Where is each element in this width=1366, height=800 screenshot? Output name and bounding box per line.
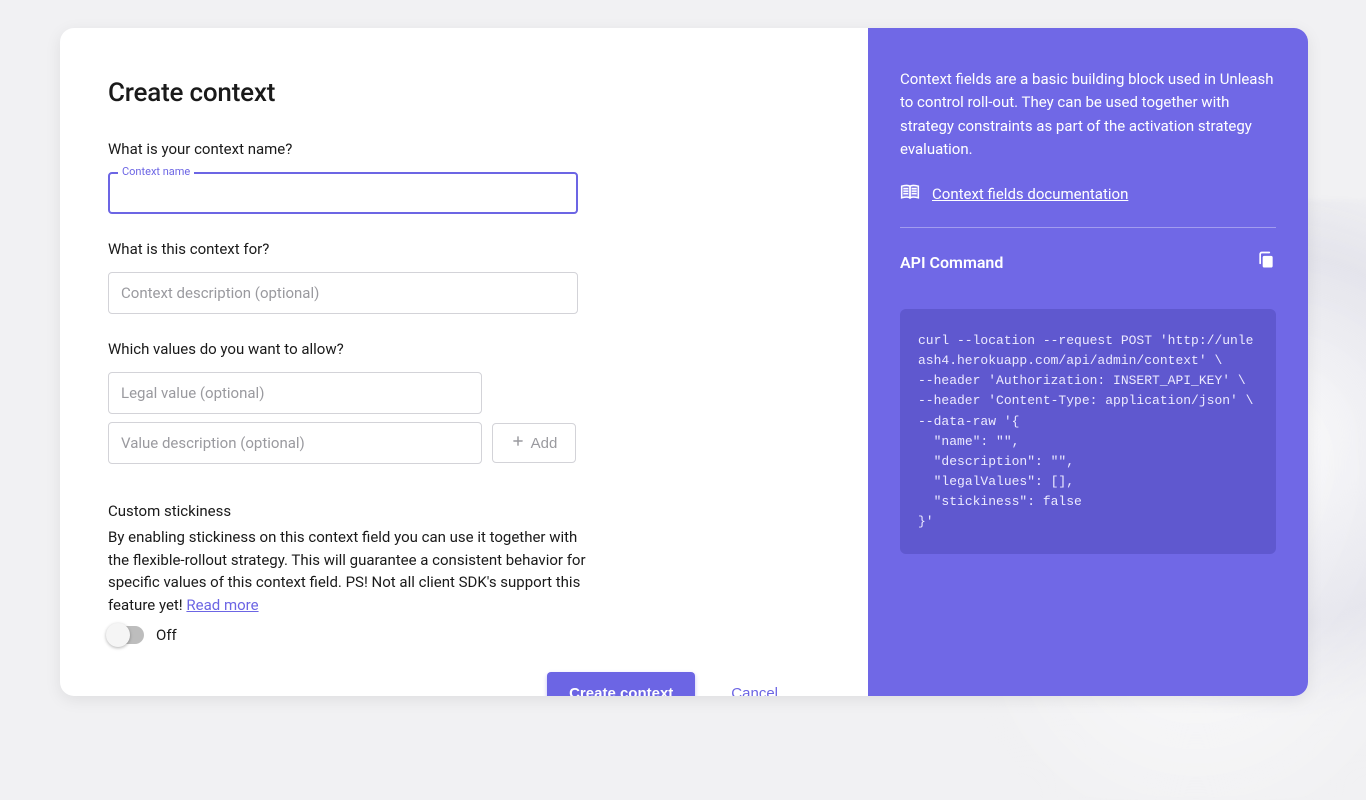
- book-icon: [900, 183, 920, 205]
- toggle-knob: [106, 623, 130, 647]
- add-value-button[interactable]: Add: [492, 423, 576, 463]
- context-name-label: What is your context name?: [108, 140, 820, 158]
- help-description: Context fields are a basic building bloc…: [900, 68, 1276, 161]
- create-context-button[interactable]: Create context: [547, 672, 695, 696]
- context-name-floating-label: Context name: [118, 165, 194, 178]
- help-panel: Context fields are a basic building bloc…: [868, 28, 1308, 696]
- context-description-field-wrap: [108, 272, 820, 314]
- copy-icon[interactable]: [1256, 250, 1276, 274]
- add-button-label: Add: [531, 435, 558, 452]
- plus-icon: [511, 434, 525, 452]
- value-description-input[interactable]: [108, 422, 482, 464]
- stickiness-toggle[interactable]: [108, 626, 144, 644]
- legal-values-label: Which values do you want to allow?: [108, 340, 820, 358]
- legal-value-wrap: [108, 372, 820, 414]
- stickiness-body-text: By enabling stickiness on this context f…: [108, 528, 586, 614]
- cancel-button[interactable]: Cancel: [725, 684, 784, 697]
- stickiness-read-more-link[interactable]: Read more: [186, 596, 258, 614]
- stickiness-toggle-row: Off: [108, 626, 820, 644]
- context-description-input[interactable]: [108, 272, 578, 314]
- doc-link-row: Context fields documentation: [900, 183, 1276, 205]
- api-command-title: API Command: [900, 253, 1003, 272]
- api-code-block[interactable]: curl --location --request POST 'http://u…: [900, 309, 1276, 554]
- stickiness-toggle-label: Off: [156, 626, 177, 644]
- stickiness-heading: Custom stickiness: [108, 502, 820, 520]
- divider: [900, 227, 1276, 228]
- stickiness-body: By enabling stickiness on this context f…: [108, 526, 588, 616]
- action-row: Create context Cancel: [108, 672, 820, 696]
- page-title: Create context: [108, 78, 820, 108]
- dialog-card: Create context What is your context name…: [60, 28, 1308, 696]
- context-name-input[interactable]: [108, 172, 578, 214]
- value-description-row: Add: [108, 422, 820, 464]
- api-command-header: API Command: [900, 250, 1276, 274]
- context-description-label: What is this context for?: [108, 240, 820, 258]
- context-name-field-wrap: Context name: [108, 172, 820, 214]
- form-panel: Create context What is your context name…: [60, 28, 868, 696]
- legal-value-input[interactable]: [108, 372, 482, 414]
- documentation-link[interactable]: Context fields documentation: [932, 185, 1128, 203]
